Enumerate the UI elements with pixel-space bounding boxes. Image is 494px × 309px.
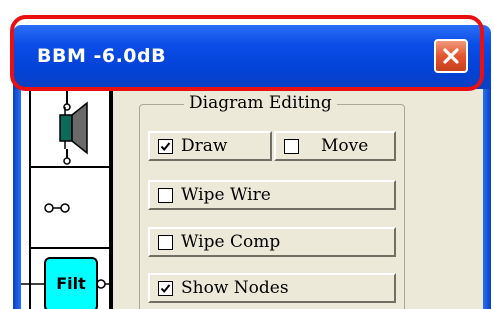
wire-icon [44, 203, 70, 213]
show-nodes-toggle[interactable]: Show Nodes [148, 273, 396, 303]
group-label: Diagram Editing [184, 93, 337, 113]
show-nodes-label: Show Nodes [181, 278, 289, 298]
close-icon [443, 48, 459, 64]
palette-wire-cell[interactable] [29, 166, 111, 249]
app-window: BBM -6.0dB Filt Diagram Editing Draw Mov… [0, 0, 494, 309]
wipe-wire-toggle[interactable]: Wipe Wire [148, 180, 396, 210]
move-checkbox[interactable] [284, 138, 299, 154]
wipe-comp-label: Wipe Comp [181, 232, 281, 252]
window-title: BBM -6.0dB [37, 45, 167, 67]
window-frame-right [483, 89, 491, 309]
wipe-wire-label: Wipe Wire [181, 185, 271, 205]
draw-checkbox[interactable] [158, 138, 173, 154]
diagram-editing-group: Diagram Editing Draw Move Wipe Wire Wipe… [139, 93, 405, 309]
draw-label: Draw [181, 136, 228, 156]
wipe-comp-toggle[interactable]: Wipe Comp [148, 227, 396, 257]
draw-toggle[interactable]: Draw [148, 131, 272, 161]
title-bar[interactable]: BBM -6.0dB [13, 25, 491, 89]
checkmark-icon [160, 283, 171, 293]
palette-speaker-cell[interactable] [29, 89, 111, 168]
checkmark-icon [160, 141, 171, 151]
show-nodes-checkbox[interactable] [158, 280, 173, 296]
wipe-wire-checkbox[interactable] [158, 187, 173, 203]
client-area: Filt Diagram Editing Draw Move Wipe Wire [21, 89, 483, 309]
move-toggle[interactable]: Move [274, 131, 396, 161]
close-button[interactable] [434, 39, 468, 73]
move-label: Move [321, 136, 369, 156]
component-palette: Filt [21, 89, 113, 309]
speaker-icon [59, 89, 88, 165]
wipe-comp-checkbox[interactable] [158, 234, 173, 250]
filter-component[interactable]: Filt [44, 257, 98, 309]
window-frame-left [13, 89, 21, 309]
